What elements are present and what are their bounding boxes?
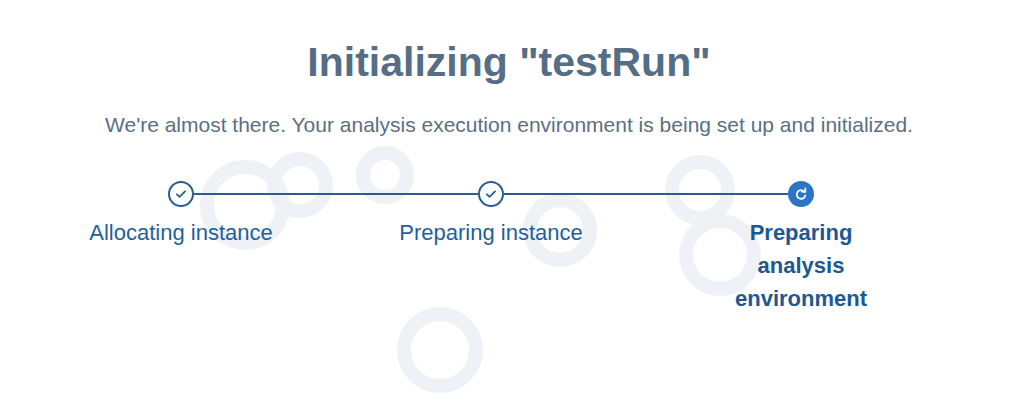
step-label: Preparing analysis environment bbox=[719, 216, 884, 315]
connector-line bbox=[646, 193, 788, 195]
check-icon bbox=[478, 181, 504, 207]
progress-step: Preparing instance bbox=[336, 180, 646, 315]
refresh-icon bbox=[788, 181, 814, 207]
check-icon bbox=[168, 181, 194, 207]
progress-steps: Allocating instance Preparing instance Pre… bbox=[26, 180, 956, 315]
connector-line bbox=[504, 193, 646, 195]
page-subtitle: We're almost there. Your analysis execut… bbox=[39, 106, 979, 144]
connector-line bbox=[26, 193, 168, 195]
progress-step: Allocating instance bbox=[26, 180, 336, 315]
connector-line bbox=[194, 193, 336, 195]
initializing-page: Initializing "testRun" We're almost there… bbox=[0, 0, 1018, 408]
connector-line bbox=[336, 193, 478, 195]
step-track bbox=[26, 180, 336, 208]
progress-step: Preparing analysis environment bbox=[646, 180, 956, 315]
page-title: Initializing "testRun" bbox=[307, 36, 710, 88]
step-label: Preparing instance bbox=[399, 216, 582, 249]
step-track bbox=[336, 180, 646, 208]
step-label: Allocating instance bbox=[89, 216, 272, 249]
connector-line bbox=[814, 193, 956, 195]
step-track bbox=[646, 180, 956, 208]
